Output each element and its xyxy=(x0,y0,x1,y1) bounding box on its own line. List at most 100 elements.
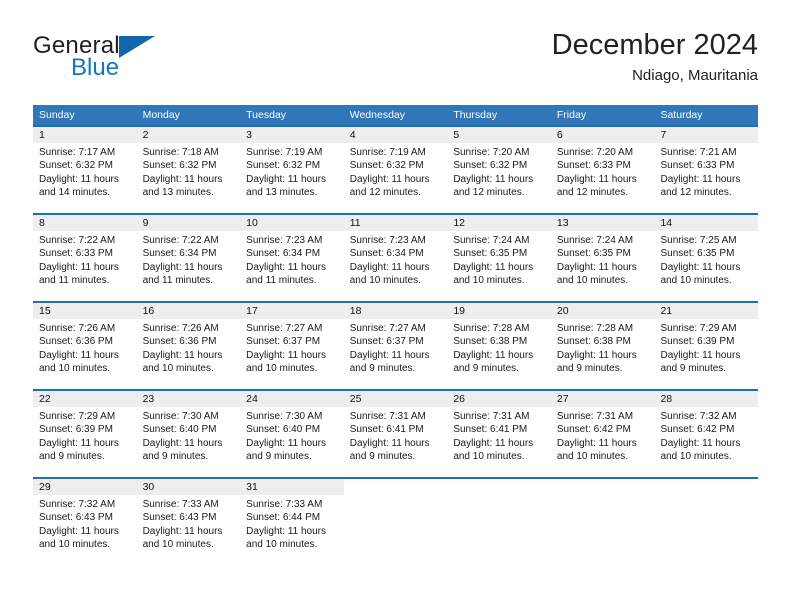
day-cell[interactable]: 2 Sunrise: 7:18 AM Sunset: 6:32 PM Dayli… xyxy=(136,127,241,213)
day-cell-empty xyxy=(343,479,448,565)
day-cell[interactable]: 30 Sunrise: 7:33 AM Sunset: 6:43 PM Dayl… xyxy=(136,479,241,565)
day-cell[interactable]: 24 Sunrise: 7:30 AM Sunset: 6:40 PM Dayl… xyxy=(240,391,344,477)
day-info: Sunrise: 7:25 AM Sunset: 6:35 PM Dayligh… xyxy=(654,231,758,288)
title-block: December 2024 Ndiago, Mauritania xyxy=(552,28,758,87)
daylight-text-line1: Daylight: 11 hours xyxy=(556,261,637,273)
day-number: 23 xyxy=(136,391,241,407)
weekday-header-row: Sunday Monday Tuesday Wednesday Thursday… xyxy=(33,105,758,125)
day-info: Sunrise: 7:18 AM Sunset: 6:32 PM Dayligh… xyxy=(137,143,241,200)
daylight-text-line2: and 9 minutes. xyxy=(39,451,105,463)
day-info: Sunrise: 7:31 AM Sunset: 6:41 PM Dayligh… xyxy=(447,407,551,464)
weekday-header-sunday: Sunday xyxy=(39,109,75,121)
daylight-text-line2: and 11 minutes. xyxy=(39,275,110,287)
day-cell[interactable]: 10 Sunrise: 7:23 AM Sunset: 6:34 PM Dayl… xyxy=(240,215,344,301)
daylight-text-line1: Daylight: 11 hours xyxy=(556,173,637,185)
sunrise-text: Sunrise: 7:20 AM xyxy=(556,147,634,158)
day-cell[interactable]: 20 Sunrise: 7:28 AM Sunset: 6:38 PM Dayl… xyxy=(550,303,655,389)
day-cell[interactable]: 13 Sunrise: 7:24 AM Sunset: 6:35 PM Dayl… xyxy=(550,215,655,301)
daylight-text-line2: and 10 minutes. xyxy=(142,363,214,375)
daylight-text-line2: and 9 minutes. xyxy=(556,363,623,375)
day-info: Sunrise: 7:29 AM Sunset: 6:39 PM Dayligh… xyxy=(33,407,137,464)
day-number: 13 xyxy=(550,215,655,231)
daylight-text-line1: Daylight: 11 hours xyxy=(453,261,534,273)
sunset-text: Sunset: 6:38 PM xyxy=(453,336,528,348)
daylight-text-line2: and 9 minutes. xyxy=(142,451,209,463)
week-row: 1 Sunrise: 7:17 AM Sunset: 6:32 PM Dayli… xyxy=(33,125,759,213)
weekday-header-friday: Friday xyxy=(556,109,587,121)
day-cell[interactable]: 3 Sunrise: 7:19 AM Sunset: 6:32 PM Dayli… xyxy=(240,127,344,213)
blue-triangle-logo-icon xyxy=(119,36,155,58)
daylight-text-line1: Daylight: 11 hours xyxy=(660,173,741,185)
sunrise-text: Sunrise: 7:31 AM xyxy=(556,411,634,422)
day-cell[interactable]: 12 Sunrise: 7:24 AM Sunset: 6:35 PM Dayl… xyxy=(447,215,551,301)
day-cell[interactable]: 9 Sunrise: 7:22 AM Sunset: 6:34 PM Dayli… xyxy=(136,215,241,301)
day-cell[interactable]: 29 Sunrise: 7:32 AM Sunset: 6:43 PM Dayl… xyxy=(33,479,137,565)
day-cell[interactable]: 5 Sunrise: 7:20 AM Sunset: 6:32 PM Dayli… xyxy=(447,127,551,213)
day-cell-empty xyxy=(550,479,655,565)
day-cell[interactable]: 15 Sunrise: 7:26 AM Sunset: 6:36 PM Dayl… xyxy=(33,303,137,389)
day-cell[interactable]: 27 Sunrise: 7:31 AM Sunset: 6:42 PM Dayl… xyxy=(550,391,655,477)
sunset-text: Sunset: 6:43 PM xyxy=(39,512,113,524)
day-cell[interactable]: 7 Sunrise: 7:21 AM Sunset: 6:33 PM Dayli… xyxy=(654,127,759,213)
day-info: Sunrise: 7:33 AM Sunset: 6:43 PM Dayligh… xyxy=(137,495,241,552)
day-cell[interactable]: 14 Sunrise: 7:25 AM Sunset: 6:35 PM Dayl… xyxy=(654,215,759,301)
sunset-text: Sunset: 6:39 PM xyxy=(660,336,735,348)
daylight-text-line1: Daylight: 11 hours xyxy=(246,173,327,185)
week-row: 15 Sunrise: 7:26 AM Sunset: 6:36 PM Dayl… xyxy=(33,301,759,389)
day-number xyxy=(343,479,448,495)
day-info: Sunrise: 7:24 AM Sunset: 6:35 PM Dayligh… xyxy=(551,231,655,288)
day-cell[interactable]: 18 Sunrise: 7:27 AM Sunset: 6:37 PM Dayl… xyxy=(343,303,448,389)
daylight-text-line2: and 14 minutes. xyxy=(39,187,111,199)
daylight-text-line1: Daylight: 11 hours xyxy=(349,261,430,273)
day-cell[interactable]: 8 Sunrise: 7:22 AM Sunset: 6:33 PM Dayli… xyxy=(33,215,137,301)
sunrise-text: Sunrise: 7:27 AM xyxy=(349,323,426,334)
day-info: Sunrise: 7:32 AM Sunset: 6:42 PM Dayligh… xyxy=(654,407,758,464)
day-cell[interactable]: 19 Sunrise: 7:28 AM Sunset: 6:38 PM Dayl… xyxy=(447,303,551,389)
day-info: Sunrise: 7:19 AM Sunset: 6:32 PM Dayligh… xyxy=(240,143,344,200)
daylight-text-line1: Daylight: 11 hours xyxy=(660,261,741,273)
daylight-text-line1: Daylight: 11 hours xyxy=(246,525,327,537)
day-cell[interactable]: 25 Sunrise: 7:31 AM Sunset: 6:41 PM Dayl… xyxy=(343,391,448,477)
page-header: General Blue December 2024 Ndiago, Mauri… xyxy=(33,28,758,94)
day-info: Sunrise: 7:22 AM Sunset: 6:33 PM Dayligh… xyxy=(33,231,137,288)
sunset-text: Sunset: 6:33 PM xyxy=(39,248,113,260)
day-cell[interactable]: 1 Sunrise: 7:17 AM Sunset: 6:32 PM Dayli… xyxy=(33,127,137,213)
brand-logo[interactable]: General Blue xyxy=(33,32,213,88)
day-number: 11 xyxy=(343,215,448,231)
day-number: 16 xyxy=(136,303,241,319)
day-info: Sunrise: 7:17 AM Sunset: 6:32 PM Dayligh… xyxy=(33,143,137,200)
day-cell[interactable]: 26 Sunrise: 7:31 AM Sunset: 6:41 PM Dayl… xyxy=(447,391,551,477)
sunrise-text: Sunrise: 7:18 AM xyxy=(142,147,219,158)
sunset-text: Sunset: 6:33 PM xyxy=(556,160,631,172)
sunset-text: Sunset: 6:35 PM xyxy=(556,248,631,260)
day-number: 31 xyxy=(240,479,344,495)
daylight-text-line2: and 10 minutes. xyxy=(39,539,111,551)
daylight-text-line1: Daylight: 11 hours xyxy=(39,261,119,273)
sunrise-text: Sunrise: 7:26 AM xyxy=(39,323,116,334)
daylight-text-line2: and 12 minutes. xyxy=(349,187,421,199)
sunrise-text: Sunrise: 7:23 AM xyxy=(246,235,323,246)
day-cell[interactable]: 6 Sunrise: 7:20 AM Sunset: 6:33 PM Dayli… xyxy=(550,127,655,213)
day-number: 28 xyxy=(654,391,759,407)
day-cell[interactable]: 21 Sunrise: 7:29 AM Sunset: 6:39 PM Dayl… xyxy=(654,303,759,389)
week-row: 22 Sunrise: 7:29 AM Sunset: 6:39 PM Dayl… xyxy=(33,389,759,477)
day-cell[interactable]: 17 Sunrise: 7:27 AM Sunset: 6:37 PM Dayl… xyxy=(240,303,344,389)
daylight-text-line2: and 11 minutes. xyxy=(142,275,213,287)
day-cell[interactable]: 11 Sunrise: 7:23 AM Sunset: 6:34 PM Dayl… xyxy=(343,215,448,301)
day-cell[interactable]: 23 Sunrise: 7:30 AM Sunset: 6:40 PM Dayl… xyxy=(136,391,241,477)
sunrise-text: Sunrise: 7:24 AM xyxy=(556,235,634,246)
day-cell[interactable]: 28 Sunrise: 7:32 AM Sunset: 6:42 PM Dayl… xyxy=(654,391,759,477)
sunrise-text: Sunrise: 7:29 AM xyxy=(39,411,116,422)
day-cell[interactable]: 22 Sunrise: 7:29 AM Sunset: 6:39 PM Dayl… xyxy=(33,391,137,477)
daylight-text-line1: Daylight: 11 hours xyxy=(556,437,637,449)
day-number: 2 xyxy=(136,127,241,143)
sunset-text: Sunset: 6:32 PM xyxy=(453,160,528,172)
day-info: Sunrise: 7:33 AM Sunset: 6:44 PM Dayligh… xyxy=(240,495,344,552)
day-cell[interactable]: 31 Sunrise: 7:33 AM Sunset: 6:44 PM Dayl… xyxy=(240,479,344,565)
sunset-text: Sunset: 6:32 PM xyxy=(39,160,113,172)
day-cell[interactable]: 16 Sunrise: 7:26 AM Sunset: 6:36 PM Dayl… xyxy=(136,303,241,389)
day-number: 7 xyxy=(654,127,759,143)
day-cell[interactable]: 4 Sunrise: 7:19 AM Sunset: 6:32 PM Dayli… xyxy=(343,127,448,213)
day-info: Sunrise: 7:27 AM Sunset: 6:37 PM Dayligh… xyxy=(240,319,344,376)
sunrise-text: Sunrise: 7:27 AM xyxy=(246,323,323,334)
